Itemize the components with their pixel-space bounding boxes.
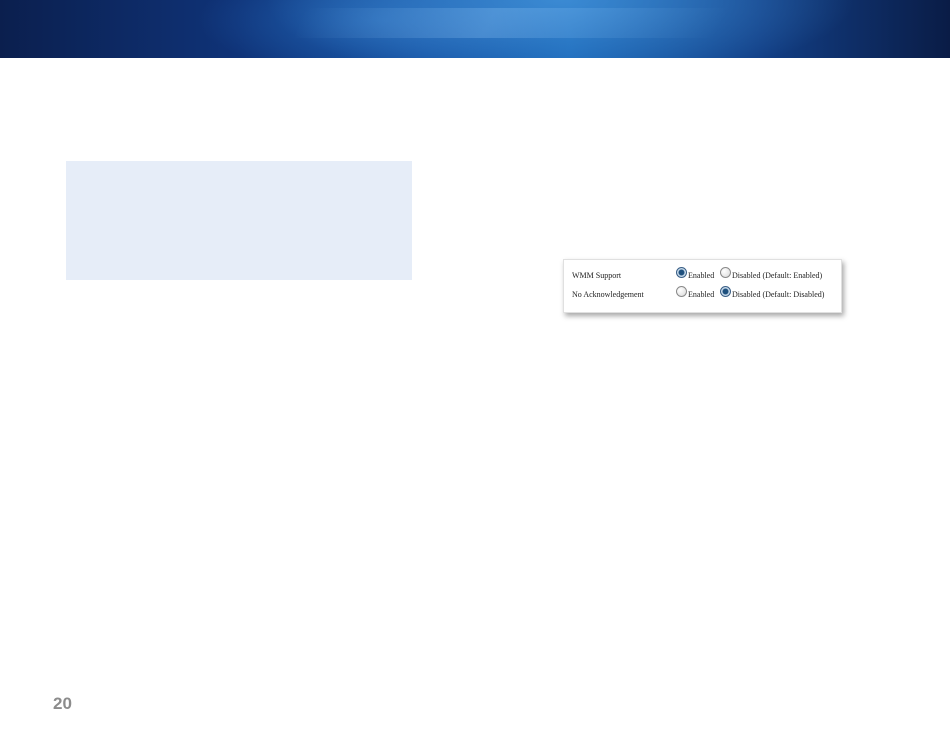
no-acknowledgement-disabled-label: Disabled (Default: Disabled): [732, 290, 825, 299]
wmm-support-label: WMM Support: [572, 271, 622, 280]
no-acknowledgement-enabled-label: Enabled: [688, 290, 715, 299]
wireless-settings-screenshot: WMM Support Enabled Disabled (Default: E…: [563, 259, 842, 313]
banner-light-streak: [294, 8, 726, 38]
wmm-support-enabled-radio[interactable]: [676, 267, 687, 278]
no-acknowledgement-disabled-option[interactable]: Disabled (Default: Disabled): [720, 286, 825, 303]
wmm-support-disabled-radio[interactable]: [720, 267, 731, 278]
note-box: [66, 161, 412, 280]
no-acknowledgement-disabled-radio[interactable]: [720, 286, 731, 297]
no-acknowledgement-label: No Acknowledgement: [572, 290, 644, 299]
wmm-support-enabled-label: Enabled: [688, 271, 715, 280]
no-acknowledgement-enabled-radio[interactable]: [676, 286, 687, 297]
wmm-support-enabled-option[interactable]: Enabled: [676, 267, 715, 284]
no-acknowledgement-enabled-option[interactable]: Enabled: [676, 286, 715, 303]
header-banner: [0, 0, 950, 58]
wmm-support-disabled-label: Disabled (Default: Enabled): [732, 271, 823, 280]
no-acknowledgement-row: No Acknowledgement Enabled Disabled (Def…: [564, 286, 841, 303]
wmm-support-disabled-option[interactable]: Disabled (Default: Enabled): [720, 267, 823, 284]
wmm-support-row: WMM Support Enabled Disabled (Default: E…: [564, 267, 841, 284]
page-number: 20: [53, 694, 72, 713]
